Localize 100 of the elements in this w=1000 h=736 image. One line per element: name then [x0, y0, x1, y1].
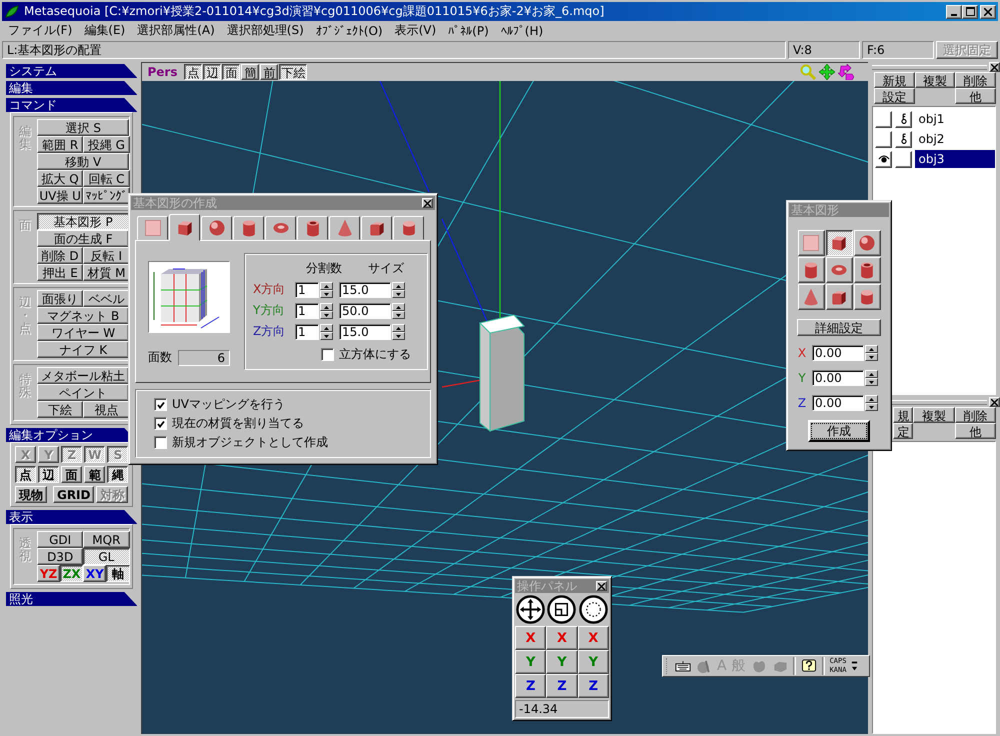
command-button[interactable]: マグネット B — [37, 307, 130, 324]
command-button[interactable]: UV操 U — [37, 187, 84, 204]
command-button[interactable]: ﾏｯﾋﾟﾝｸﾞ — [83, 187, 130, 204]
command-button[interactable]: 移動 V — [37, 153, 130, 170]
menu-item[interactable]: ファイル(F) — [2, 22, 78, 39]
command-button[interactable]: 反転 I — [83, 247, 130, 264]
shape-tab[interactable] — [329, 216, 360, 240]
command-button[interactable]: GDI — [37, 531, 84, 548]
view-mode-label[interactable]: Pers — [147, 65, 178, 79]
panel-button[interactable]: 他 — [955, 88, 996, 104]
section-header[interactable]: 表示 — [6, 510, 138, 524]
command-button[interactable]: XY — [83, 565, 106, 582]
section-header[interactable]: コマンド — [6, 98, 138, 112]
close-button[interactable] — [989, 397, 1000, 407]
blob-icon[interactable] — [696, 658, 712, 674]
option-button[interactable]: GRID — [52, 486, 94, 503]
display-toggle[interactable]: 点 — [184, 64, 202, 80]
shape-tab[interactable] — [233, 216, 264, 240]
spinner-arrows[interactable] — [865, 345, 878, 361]
command-button[interactable]: ペイント — [37, 384, 130, 401]
menu-item[interactable]: 表示(V) — [388, 22, 442, 39]
command-button[interactable]: 下絵 — [37, 401, 84, 418]
size-field[interactable]: 15.0 — [339, 324, 391, 340]
option-button[interactable]: 縄 — [107, 466, 128, 483]
shape-tab[interactable] — [297, 216, 328, 240]
visibility-toggle[interactable] — [875, 110, 892, 128]
command-button[interactable]: 削除 D — [37, 247, 84, 264]
help-icon[interactable] — [800, 658, 817, 674]
lock-toggle[interactable] — [895, 130, 912, 148]
checkbox[interactable] — [321, 348, 334, 361]
command-button[interactable]: 範囲 R — [37, 136, 84, 153]
section-header[interactable]: 編集 — [6, 81, 138, 95]
close-button[interactable] — [596, 581, 607, 591]
shape-tab[interactable] — [137, 216, 168, 240]
section-header[interactable]: システム — [6, 64, 138, 78]
axis-button[interactable]: Z — [546, 674, 578, 698]
command-button[interactable]: 視点 — [83, 401, 130, 418]
command-button[interactable]: 押出 E — [37, 264, 84, 281]
visibility-toggle[interactable] — [875, 150, 892, 168]
option-button[interactable]: 現物 — [15, 486, 47, 503]
display-toggle[interactable]: 簡 — [241, 64, 260, 80]
panel-button[interactable]: 定 — [893, 423, 914, 439]
display-toggle[interactable]: 下絵 — [279, 64, 308, 80]
spinner-arrows[interactable] — [865, 370, 878, 386]
spinner-arrows[interactable] — [392, 282, 405, 298]
shape-tab[interactable] — [201, 216, 232, 240]
dropdown-arrow-icon[interactable] — [851, 659, 858, 673]
menu-item[interactable]: 選択部属性(A) — [131, 22, 221, 39]
spinner-arrows[interactable] — [320, 302, 333, 318]
panel-button[interactable]: 新規 — [874, 72, 915, 88]
size-field[interactable]: 15.0 — [339, 282, 391, 298]
create-button[interactable]: 作成 — [808, 420, 870, 442]
divisions-field[interactable]: 1 — [295, 302, 319, 318]
shape-tab[interactable] — [361, 216, 392, 240]
command-button[interactable]: D3D — [37, 548, 84, 565]
command-button[interactable]: 回転 C — [83, 170, 130, 187]
spinner-arrows[interactable] — [392, 302, 405, 318]
coordinate-field[interactable]: 0.00 — [812, 370, 864, 386]
object-name[interactable]: obj2 — [915, 130, 995, 148]
spinner-arrows[interactable] — [865, 395, 878, 411]
object-name[interactable]: obj1 — [915, 110, 995, 128]
display-toggle[interactable]: 前 — [260, 64, 278, 80]
minimize-button[interactable] — [946, 4, 962, 18]
close-button[interactable] — [989, 62, 1000, 72]
visibility-toggle[interactable] — [875, 130, 892, 148]
shape-tab[interactable] — [393, 216, 424, 240]
panel-button[interactable]: 削除 — [955, 72, 996, 88]
shape-tab[interactable] — [265, 216, 296, 240]
display-toggle[interactable]: 辺 — [203, 64, 222, 80]
section-header[interactable]: 照光 — [6, 592, 138, 606]
command-button[interactable]: 拡大 Q — [37, 170, 84, 187]
coordinate-field[interactable]: 0.00 — [812, 345, 864, 361]
close-button[interactable] — [422, 198, 433, 208]
command-button[interactable]: メタボール粘土 — [37, 367, 130, 384]
menu-item[interactable]: 編集(E) — [78, 22, 132, 39]
option-button[interactable]: 辺 — [38, 466, 60, 483]
panel-button[interactable]: 複製 — [913, 407, 955, 423]
command-button[interactable]: 投縄 G — [83, 136, 130, 153]
object-name[interactable]: obj3 — [915, 150, 995, 168]
menu-item[interactable]: ｵﾌﾞｼﾞｪｸﾄ(O) — [310, 24, 389, 38]
menu-item[interactable]: ﾍﾙﾌﾟ(H) — [494, 24, 550, 38]
panel-button[interactable]: 複製 — [914, 72, 956, 88]
command-button[interactable]: 軸 — [106, 565, 130, 582]
spinner-arrows[interactable] — [320, 282, 333, 298]
command-button[interactable]: ナイフ K — [37, 341, 130, 358]
divisions-field[interactable]: 1 — [295, 282, 319, 298]
display-toggle[interactable]: 面 — [222, 64, 240, 80]
checkbox[interactable] — [154, 436, 167, 449]
spinner-arrows[interactable] — [320, 324, 333, 340]
coordinate-field[interactable]: 0.00 — [812, 395, 864, 411]
panel-button[interactable]: 削除 — [954, 407, 996, 423]
axis-button[interactable]: Z — [578, 674, 609, 698]
menu-item[interactable]: ﾊﾟﾈﾙ(P) — [442, 24, 495, 38]
shape-button[interactable] — [826, 230, 852, 256]
lock-toggle[interactable] — [895, 110, 912, 128]
option-button[interactable]: 面 — [61, 466, 82, 483]
detail-settings-button[interactable]: 詳細設定 — [797, 319, 881, 336]
command-button[interactable]: 材質 M — [83, 264, 130, 281]
command-button[interactable]: 面の生成 F — [37, 230, 130, 247]
maximize-button[interactable] — [962, 4, 978, 18]
